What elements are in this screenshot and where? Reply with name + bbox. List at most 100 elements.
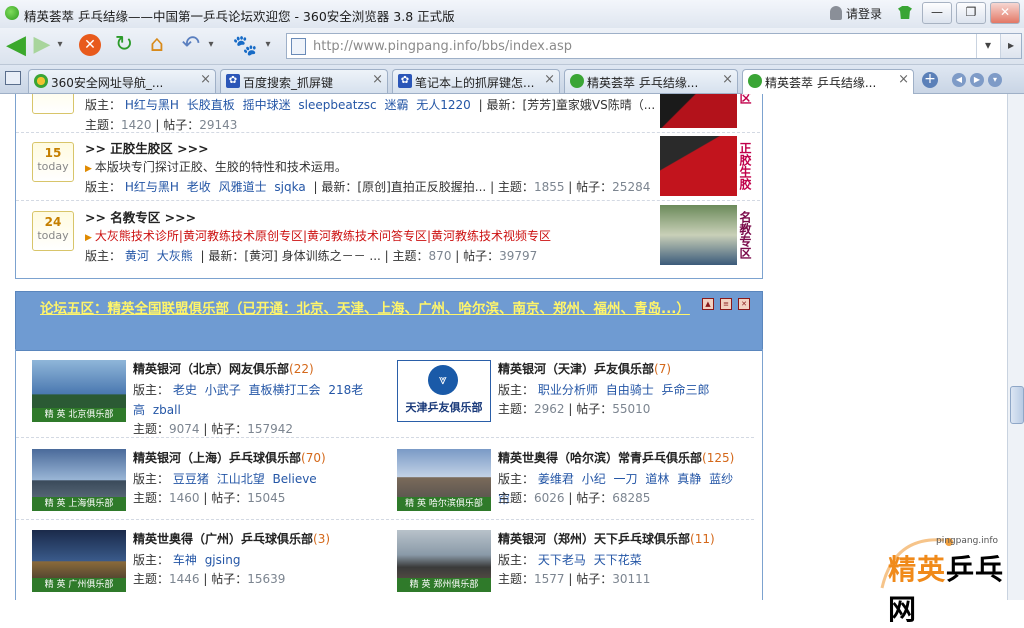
tab-next-button[interactable]: ▶ [970, 73, 984, 87]
moderator-link[interactable]: 豆豆猪 [173, 472, 209, 486]
close-window-button[interactable]: ✕ [990, 2, 1020, 24]
refresh-button[interactable]: ↻ [111, 32, 137, 58]
moderator-link[interactable]: 大灰熊 [157, 249, 193, 263]
tab-laptop-screenshot[interactable]: ✿ 笔记本上的抓屏键怎... × [392, 69, 560, 93]
go-button[interactable]: ▸ [1000, 34, 1021, 58]
tab-close-icon[interactable]: × [898, 72, 909, 87]
moderator-link[interactable]: 职业分析师 [538, 383, 598, 397]
page-viewport: today 版主： H红与黑H 长胶直板 摇中球迷 sleepbeatzsc 迷… [0, 94, 1007, 600]
scrollbar-thumb[interactable] [1010, 386, 1024, 424]
baidu-paw-icon[interactable]: 🐾 [232, 32, 258, 58]
moderator-link[interactable]: 姜维君 [538, 472, 574, 486]
url-dropdown-button[interactable]: ▾ [976, 34, 999, 58]
address-bar[interactable]: ▾ ▸ [286, 33, 1022, 59]
arrow-icon: ▶ [85, 164, 92, 174]
moderator-link[interactable]: 一刀 [614, 472, 638, 486]
history-dropdown-icon[interactable]: ▾ [52, 32, 68, 58]
stop-button[interactable]: ✕ [79, 34, 101, 56]
latest-post-link[interactable]: [芳芳]童家娥VS陈晴（... [523, 98, 656, 112]
club-name-link[interactable]: 精英银河（北京）网友俱乐部 [133, 362, 289, 376]
vertical-scrollbar[interactable] [1007, 94, 1024, 600]
board-title-link[interactable]: >> 正胶生胶区 >>> [85, 138, 209, 157]
latest-post-link[interactable]: [黄河] 身体训练之－－ ... [244, 249, 380, 263]
moderator-link[interactable]: 直板横打工会 [249, 383, 321, 397]
moderator-link[interactable]: 乒命三郎 [662, 383, 710, 397]
tab-close-icon[interactable]: × [544, 72, 555, 87]
undo-close-button[interactable]: ↶ [178, 32, 204, 58]
moderator-link[interactable]: 老收 [187, 180, 211, 194]
tab-baidu-search[interactable]: ✿ 百度搜索_抓屏键 × [220, 69, 388, 93]
board-title-link[interactable]: >> 名教专区 >>> [85, 207, 196, 226]
club-tianjin: ⩔ 天津乒友俱乐部 精英银河（天津）乒友俱乐部(7) 版主： 职业分析师 自由骑… [397, 360, 757, 440]
undo-dropdown-icon[interactable]: ▾ [203, 32, 219, 58]
new-tab-button[interactable]: + [922, 72, 938, 88]
section5-title-link[interactable]: 论坛五区：精英全国联盟俱乐部（已开通：北京、天津、上海、广州、哈尔滨、南京、郑州… [40, 296, 690, 322]
moderator-link[interactable]: sjqka [274, 180, 305, 194]
moderator-link[interactable]: 江山北望 [217, 472, 265, 486]
search-dropdown-icon[interactable]: ▾ [260, 32, 276, 58]
moderator-link[interactable]: 道林 [645, 472, 669, 486]
latest-post-link[interactable]: [原创]直拍正反胶握拍... [357, 180, 486, 194]
collapse-up-icon[interactable]: ▲ [702, 298, 714, 310]
home-button[interactable]: ⌂ [144, 32, 170, 58]
sub-board-links[interactable]: 大灰熊技术诊所|黄河教练技术原创专区|黄河教练技术问答专区|黄河教练技术视频专区 [95, 229, 551, 243]
url-input[interactable] [311, 36, 985, 56]
club-image[interactable]: 精 英 郑州俱乐部 [397, 530, 491, 592]
list-view-icon[interactable]: ≡ [720, 298, 732, 310]
tab-close-icon[interactable]: × [722, 72, 733, 87]
divider [16, 437, 754, 438]
moderator-link[interactable]: 自由骑士 [606, 383, 654, 397]
moderator-link[interactable]: sleepbeatzsc [298, 98, 376, 112]
page-icon [291, 38, 306, 55]
restore-button[interactable]: ❐ [956, 2, 986, 24]
tab-pingpang-1[interactable]: 精英荟萃 乒乓结缘... × [564, 69, 738, 93]
club-name-link[interactable]: 精英银河（郑州）天下乒乓球俱乐部 [498, 532, 690, 546]
moderator-link[interactable]: 长胶直板 [187, 98, 235, 112]
tab-pingpang-active[interactable]: 精英荟萃 乒乓结缘... × [742, 69, 914, 94]
moderator-link[interactable]: Believe [273, 472, 317, 486]
moderator-link[interactable]: 真静 [677, 472, 701, 486]
back-button[interactable]: ◀ [3, 32, 29, 58]
club-moderators: 版主： 豆豆猪 江山北望 Believe [133, 472, 317, 486]
club-stats: 主题：2962 | 帖子：55010 [498, 402, 651, 416]
moderator-link[interactable]: 摇中球迷 [243, 98, 291, 112]
moderator-link[interactable]: zball [153, 403, 181, 417]
moderator-link[interactable]: 小武子 [205, 383, 241, 397]
club-name-link[interactable]: 精英世奥得（广州）乒乓球俱乐部 [133, 532, 313, 546]
moderator-link[interactable]: 天下花菜 [594, 553, 642, 567]
moderator-link[interactable]: 迷霸 [384, 98, 408, 112]
tab-close-icon[interactable]: × [372, 72, 383, 87]
club-name-link[interactable]: 精英银河（上海）乒乓球俱乐部 [133, 451, 301, 465]
moderator-link[interactable]: 风雅道士 [219, 180, 267, 194]
tab-list-button[interactable]: ▾ [988, 73, 1002, 87]
club-image[interactable]: 精 英 上海俱乐部 [32, 449, 126, 511]
club-stats: 主题：1577 | 帖子：30111 [498, 572, 651, 586]
tab-prev-button[interactable]: ◀ [952, 73, 966, 87]
club-name-link[interactable]: 精英世奥得（哈尔滨）常青乒乓俱乐部 [498, 451, 702, 465]
skin-icon[interactable] [898, 6, 912, 19]
tab-close-icon[interactable]: × [200, 72, 211, 87]
tab-360-nav[interactable]: 360安全网址导航_... × [28, 69, 216, 93]
moderator-link[interactable]: H红与黑H [125, 180, 179, 194]
moderator-link[interactable]: 老史 [173, 383, 197, 397]
board-thumbnail[interactable]: 名教专区 [660, 205, 752, 265]
moderator-link[interactable]: 车神 [173, 553, 197, 567]
moderator-link[interactable]: 小纪 [582, 472, 606, 486]
login-link[interactable]: 请登录 [830, 5, 882, 22]
club-name-link[interactable]: 精英银河（天津）乒友俱乐部 [498, 362, 654, 376]
moderator-link[interactable]: 黄河 [125, 249, 149, 263]
club-image[interactable]: 精 英 广州俱乐部 [32, 530, 126, 592]
club-image[interactable]: ⩔ 天津乒友俱乐部 [397, 360, 491, 422]
moderator-link[interactable]: 天下老马 [538, 553, 586, 567]
minimize-button[interactable]: — [922, 2, 952, 24]
board-thumbnail[interactable]: 区 [660, 94, 752, 128]
club-image[interactable]: 精 英 北京俱乐部 [32, 360, 126, 422]
club-logo-icon: ⩔ [428, 365, 458, 395]
moderator-link[interactable]: 无人1220 [416, 98, 471, 112]
moderator-link[interactable]: gjsing [205, 553, 241, 567]
moderator-link[interactable]: H红与黑H [125, 98, 179, 112]
club-image[interactable]: 精 英 哈尔滨俱乐部 [397, 449, 491, 511]
close-section-icon[interactable]: ✕ [738, 298, 750, 310]
tab-menu-icon[interactable] [5, 71, 21, 85]
board-thumbnail[interactable]: 正胶生胶 [660, 136, 752, 196]
